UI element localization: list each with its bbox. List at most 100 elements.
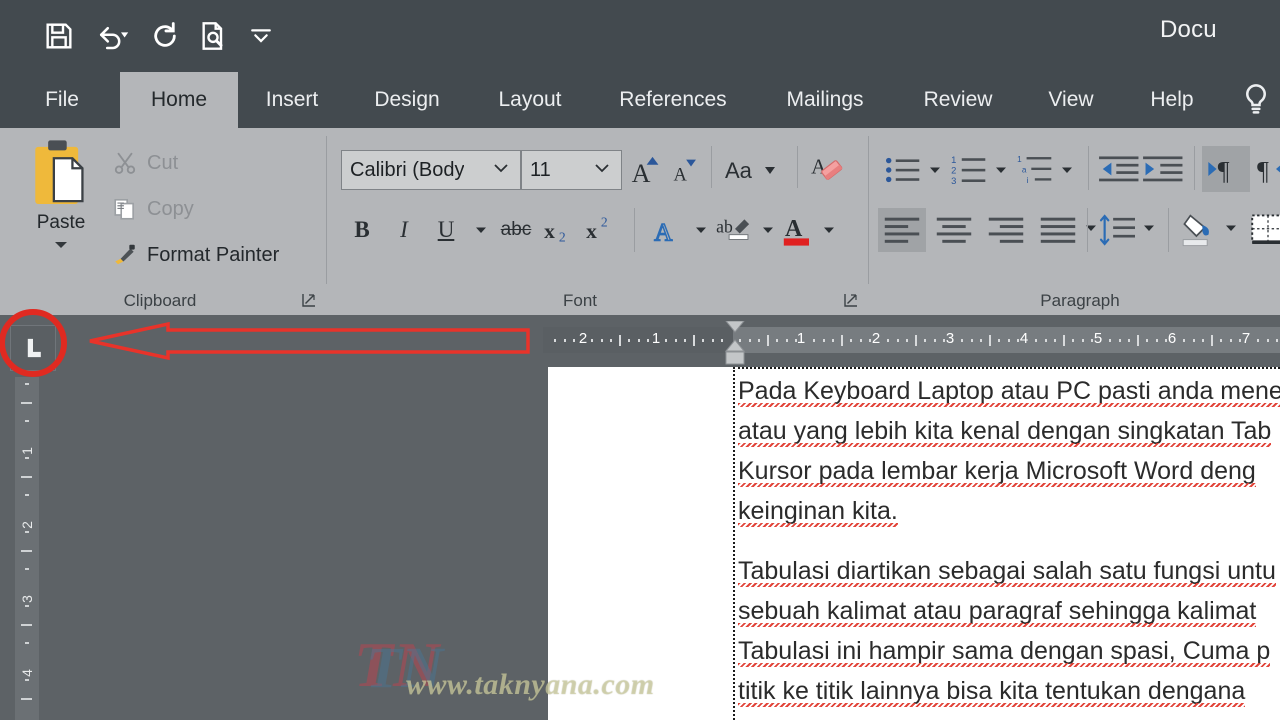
svg-text:a: a bbox=[1022, 165, 1027, 174]
chevron-down-icon[interactable] bbox=[583, 161, 621, 180]
tab-layout[interactable]: Layout bbox=[478, 72, 582, 128]
increase-indent-icon[interactable] bbox=[1142, 150, 1186, 190]
group-divider-font bbox=[868, 136, 869, 284]
chevron-down-icon[interactable] bbox=[482, 161, 520, 180]
multilevel-list-icon[interactable]: 1 a i bbox=[1014, 150, 1058, 190]
line-spacing-dropdown[interactable] bbox=[1138, 214, 1160, 242]
ruler-number: 1 bbox=[796, 330, 806, 347]
divider-font-2 bbox=[797, 146, 798, 188]
font-size-combo[interactable]: 11 bbox=[521, 150, 622, 190]
shrink-font-button[interactable]: A bbox=[668, 150, 702, 190]
change-case-button[interactable]: Aa bbox=[722, 150, 788, 190]
underline-button[interactable]: U bbox=[430, 210, 462, 250]
text-highlight-button[interactable]: ab bbox=[714, 210, 756, 250]
svg-text:2: 2 bbox=[559, 229, 566, 244]
tab-home[interactable]: Home bbox=[120, 72, 238, 128]
font-name-combo[interactable]: Calibri (Body bbox=[341, 150, 521, 190]
ruler-number: 6 bbox=[1167, 330, 1177, 347]
font-color-button[interactable]: A bbox=[778, 210, 816, 250]
document-text[interactable]: Pada Keyboard Laptop atau PC pasti anda … bbox=[738, 371, 1280, 711]
paragraph-1: Pada Keyboard Laptop atau PC pasti anda … bbox=[738, 371, 1280, 531]
tab-file[interactable]: File bbox=[26, 72, 98, 128]
shading-icon[interactable] bbox=[1178, 208, 1222, 252]
cut-button[interactable]: Cut bbox=[112, 150, 178, 176]
font-dialog-launcher[interactable] bbox=[842, 291, 860, 309]
shading-dropdown[interactable] bbox=[1220, 214, 1242, 242]
tab-stop-selector[interactable] bbox=[10, 325, 56, 371]
print-preview-icon[interactable] bbox=[190, 13, 236, 59]
copy-button[interactable]: Copy bbox=[112, 196, 194, 222]
highlight-dropdown[interactable] bbox=[757, 216, 779, 244]
ribbon-tabs: File Home Insert Design Layout Reference… bbox=[0, 72, 1280, 128]
justify-icon[interactable] bbox=[1034, 208, 1082, 252]
paragraph-2: Tabulasi diartikan sebagai salah satu fu… bbox=[738, 551, 1280, 711]
vertical-ruler[interactable]: 1 2 3 4 bbox=[15, 377, 39, 720]
text-effects-dropdown[interactable] bbox=[690, 216, 712, 244]
text-line: Pada Keyboard Laptop atau PC pasti anda … bbox=[738, 377, 1280, 405]
text-line: sebuah kalimat atau paragraf sehingga ka… bbox=[738, 597, 1257, 625]
font-size-value: 11 bbox=[530, 158, 551, 181]
numbered-list-icon[interactable]: 1 2 3 bbox=[948, 150, 992, 190]
tell-me-button[interactable] bbox=[1236, 72, 1276, 128]
horizontal-ruler[interactable]: 2 1 1 2 3 4 5 6 7 bbox=[543, 327, 1280, 353]
tab-design[interactable]: Design bbox=[355, 72, 459, 128]
right-to-left-icon[interactable]: ¶ bbox=[1252, 146, 1280, 192]
superscript-button[interactable]: x 2 bbox=[584, 210, 620, 250]
undo-icon[interactable] bbox=[84, 13, 140, 59]
strikethrough-button[interactable]: abc bbox=[496, 210, 536, 250]
format-painter-label: Format Painter bbox=[147, 243, 280, 266]
svg-text:1: 1 bbox=[951, 154, 956, 165]
borders-icon[interactable] bbox=[1246, 208, 1280, 252]
underline-dropdown[interactable] bbox=[470, 216, 492, 244]
tab-view[interactable]: View bbox=[1030, 72, 1112, 128]
ruler-text-area bbox=[733, 327, 1280, 353]
subscript-button[interactable]: x 2 bbox=[542, 210, 578, 250]
svg-text:¶: ¶ bbox=[1257, 157, 1269, 185]
redo-icon[interactable] bbox=[142, 13, 188, 59]
bullets-dropdown[interactable] bbox=[924, 156, 946, 184]
multilevel-dropdown[interactable] bbox=[1056, 156, 1078, 184]
line-spacing-icon[interactable] bbox=[1096, 208, 1140, 252]
tab-review[interactable]: Review bbox=[903, 72, 1013, 128]
bullet-list-icon[interactable] bbox=[882, 150, 926, 190]
paragraph-group-label: Paragraph bbox=[1040, 291, 1120, 310]
quick-access-toolbar bbox=[36, 12, 284, 60]
strikethrough-label: abc bbox=[500, 219, 532, 240]
align-center-icon[interactable] bbox=[930, 208, 978, 252]
svg-text:A: A bbox=[654, 219, 672, 246]
decrease-indent-icon[interactable] bbox=[1098, 150, 1142, 190]
tab-help[interactable]: Help bbox=[1128, 72, 1216, 128]
font-color-dropdown[interactable] bbox=[818, 216, 840, 244]
align-left-icon[interactable] bbox=[878, 208, 926, 252]
document-page[interactable]: Pada Keyboard Laptop atau PC pasti anda … bbox=[548, 367, 1280, 720]
title-bar: Docu bbox=[0, 0, 1280, 72]
bold-button[interactable]: B bbox=[345, 210, 379, 250]
text-line: titik ke titik lainnya bisa kita tentuka… bbox=[738, 677, 1246, 705]
ruler-number: 2 bbox=[871, 330, 881, 347]
left-to-right-icon[interactable]: ¶ bbox=[1202, 146, 1250, 192]
svg-text:x: x bbox=[544, 219, 555, 243]
divider-font-3 bbox=[634, 208, 635, 252]
ruler-number: 4 bbox=[1019, 330, 1029, 347]
save-icon[interactable] bbox=[36, 13, 82, 59]
format-painter-button[interactable]: Format Painter bbox=[112, 242, 279, 268]
text-line: atau yang lebih kita kenal dengan singka… bbox=[738, 417, 1272, 445]
ribbon-home-content: Paste Cut Copy Format Painter Clipboard … bbox=[0, 128, 1280, 315]
align-right-icon[interactable] bbox=[982, 208, 1030, 252]
ruler-number: 2 bbox=[578, 330, 588, 347]
customize-qat-icon[interactable] bbox=[238, 13, 284, 59]
text-effects-button[interactable]: A bbox=[648, 210, 688, 250]
ruler-number: 1 bbox=[651, 330, 661, 347]
tab-insert[interactable]: Insert bbox=[248, 72, 336, 128]
clipboard-dialog-launcher[interactable] bbox=[300, 291, 318, 309]
paste-button[interactable]: Paste bbox=[20, 138, 102, 268]
italic-button[interactable]: I bbox=[389, 210, 419, 250]
svg-text:A: A bbox=[673, 164, 687, 184]
tab-mailings[interactable]: Mailings bbox=[762, 72, 888, 128]
svg-text:A: A bbox=[785, 216, 803, 242]
grow-font-button[interactable]: A bbox=[628, 150, 664, 190]
tab-references[interactable]: References bbox=[600, 72, 746, 128]
numbering-dropdown[interactable] bbox=[990, 156, 1012, 184]
divider-para-2 bbox=[1194, 146, 1195, 190]
clear-formatting-icon[interactable]: A bbox=[808, 150, 852, 190]
